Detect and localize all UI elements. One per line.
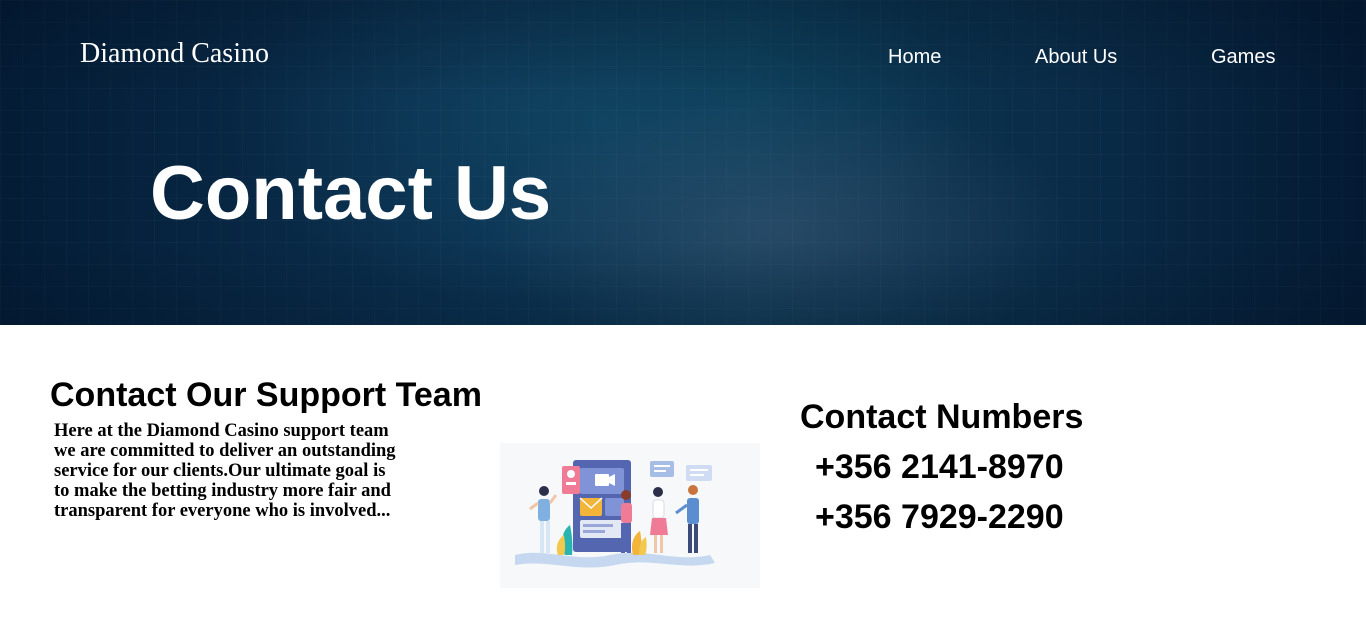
support-section-title: Contact Our Support Team	[50, 376, 482, 414]
support-team-illustration	[500, 443, 760, 588]
nav-about-link[interactable]: About Us	[1035, 46, 1117, 69]
nav-games-link[interactable]: Games	[1211, 46, 1275, 69]
contact-numbers-title: Contact Numbers	[800, 398, 1084, 436]
nav-home-link[interactable]: Home	[888, 46, 941, 69]
phone-number-2[interactable]: +356 7929-2290	[815, 497, 1064, 537]
main-nav: Home About Us Games	[0, 46, 1366, 72]
hero-banner: Diamond Casino Home About Us Games Conta…	[0, 0, 1366, 325]
phone-number-1[interactable]: +356 2141-8970	[815, 447, 1064, 487]
page-title: Contact Us	[150, 151, 552, 236]
support-description: Here at the Diamond Casino support team …	[54, 421, 396, 521]
